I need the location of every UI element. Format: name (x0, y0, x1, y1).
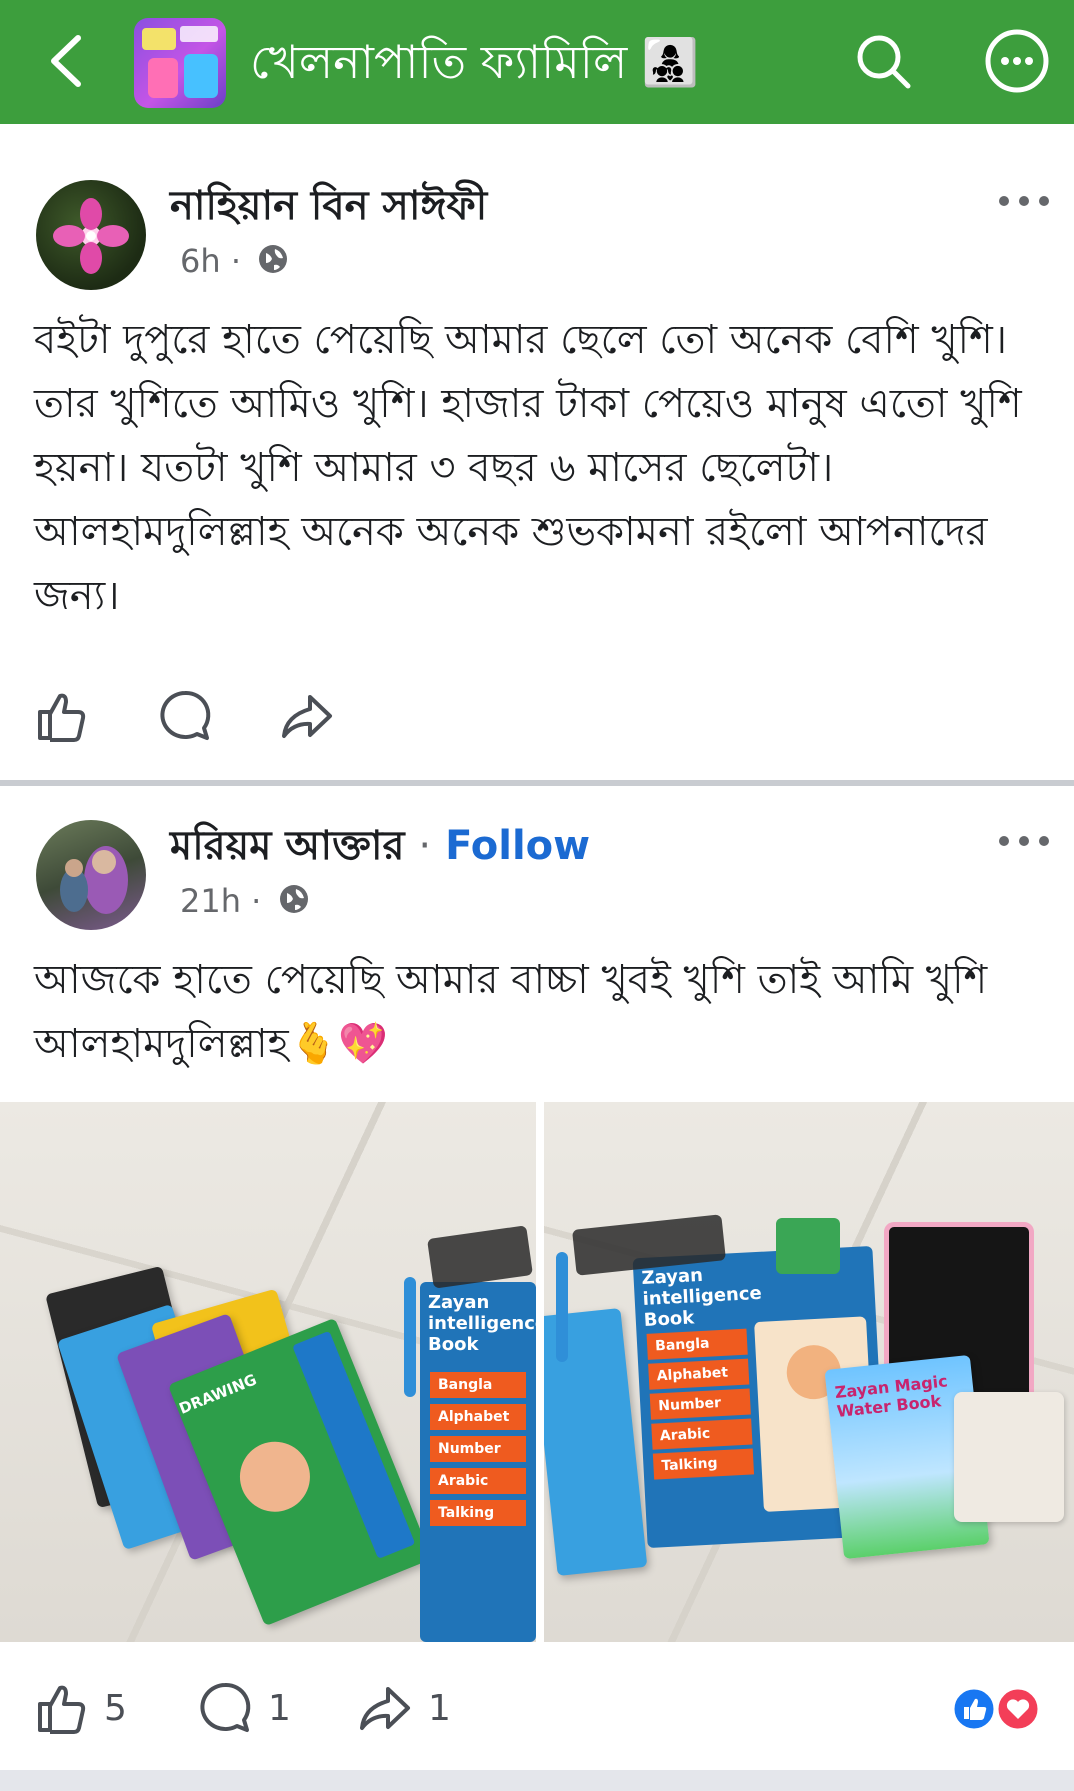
group-name[interactable]: খেলনাপাতি ফ্যামিলি 👩‍👧‍👦 (250, 30, 699, 94)
comment-button[interactable]: 1 (196, 1678, 291, 1738)
post-separator (0, 1770, 1074, 1791)
share-button[interactable] (278, 686, 350, 746)
author-name-link[interactable]: মরিয়ম আক্তার (170, 823, 404, 869)
board-item: Bangla (430, 1372, 526, 1398)
water-book-title: Zayan Magic Water Book (833, 1371, 949, 1422)
post-body-text: আজকে হাতে পেয়েছি আমার বাচ্চা খুবই খুশি … (34, 957, 988, 1067)
intelligence-book-board: Zayan intelligence Book Bangla Alphabet … (420, 1282, 536, 1642)
board-title: Zayan intelligence Book (428, 1292, 536, 1355)
share-icon (360, 1687, 410, 1730)
post-author-name[interactable]: নাহিয়ান বিন সাঈফী (170, 174, 487, 241)
comment-button[interactable] (156, 686, 228, 746)
post-time[interactable]: 6h (180, 242, 221, 280)
board-item: Talking (430, 1500, 526, 1526)
like-button[interactable] (34, 686, 104, 746)
board-item: Number (430, 1436, 526, 1462)
flash-cards (954, 1392, 1064, 1522)
board-item: Talking (652, 1448, 755, 1480)
follow-button[interactable]: Follow (445, 823, 590, 869)
globe-icon (257, 243, 289, 283)
share-count: 1 (428, 1687, 451, 1729)
post-meta: 21h · (180, 882, 310, 923)
board-item: Number (649, 1388, 751, 1420)
like-icon (38, 1685, 86, 1734)
globe-icon (278, 883, 310, 923)
reaction-summary[interactable] (948, 1686, 1044, 1732)
share-icon (282, 695, 332, 738)
comment-count: 1 (268, 1687, 291, 1729)
search-icon[interactable] (850, 28, 916, 94)
avatar[interactable] (36, 820, 146, 930)
back-arrow-icon[interactable] (38, 28, 98, 94)
post-time[interactable]: 21h (180, 882, 241, 920)
more-options-icon[interactable] (984, 28, 1050, 94)
pen (404, 1277, 416, 1397)
love-reaction-icon (995, 1686, 1041, 1732)
post-author-name: মরিয়ম আক্তার · Follow (170, 814, 590, 881)
post-menu-icon[interactable] (994, 186, 1054, 216)
pen (556, 1252, 568, 1362)
board-item: Alphabet (648, 1358, 750, 1390)
board-title: Zayan intelligence Book (641, 1264, 763, 1331)
post-photo-left[interactable]: DRAWING Zayan intelligence Book Bangla A… (0, 1102, 536, 1642)
board-item: Alphabet (430, 1404, 526, 1430)
group-cover-thumbnail[interactable] (134, 18, 226, 108)
post-body-text: বইটা দুপুরে হাতে পেয়েছি আমার ছেলে তো অন… (34, 317, 1022, 619)
like-reaction-icon (951, 1686, 997, 1732)
like-button[interactable]: 5 (34, 1678, 127, 1738)
board-item: Arabic (430, 1468, 526, 1494)
post-meta: 6h · (180, 242, 289, 283)
post-card: নাহিয়ান বিন সাঈফী 6h · বইটা দুপুরে হাতে… (0, 124, 1074, 780)
name-separator: · (418, 823, 432, 869)
comment-icon (160, 690, 211, 740)
post-menu-icon[interactable] (994, 826, 1054, 856)
avatar[interactable] (36, 180, 146, 290)
flash-card-green (776, 1218, 840, 1274)
board-item: Bangla (646, 1328, 748, 1360)
share-button[interactable]: 1 (356, 1678, 451, 1738)
like-count: 5 (104, 1687, 127, 1729)
comment-icon (200, 1682, 251, 1732)
post-photo-right[interactable]: Zayan intelligence Book Bangla Alphabet … (544, 1102, 1074, 1642)
like-icon (38, 693, 86, 742)
group-header-bar: খেলনাপাতি ফ্যামিলি 👩‍👧‍👦 (0, 0, 1074, 124)
board-item: Arabic (651, 1418, 753, 1450)
